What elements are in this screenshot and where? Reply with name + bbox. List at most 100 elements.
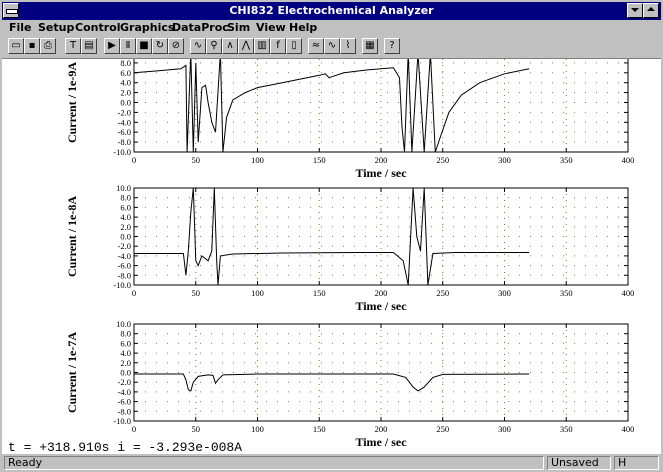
- status-bar: Ready Unsaved H: [0, 455, 663, 472]
- y-tick-label: 6.0: [120, 68, 131, 78]
- zoom-icon[interactable]: ⚲: [206, 38, 222, 54]
- x-tick-label: 150: [313, 424, 326, 434]
- help-pointer-icon[interactable]: ?: [384, 38, 400, 54]
- app-window: CHI832 Electrochemical Analyzer File Set…: [0, 0, 663, 472]
- pause-icon[interactable]: Ⅱ: [120, 38, 136, 54]
- y-tick-label: -6.0: [118, 261, 131, 271]
- y-tick-label: -10.0: [113, 147, 131, 157]
- y-tick-label: -10.0: [113, 416, 131, 426]
- y-tick-label: -6.0: [118, 397, 131, 407]
- y-tick-label: 4.0: [120, 212, 131, 222]
- y-tick-label: 0.0: [120, 98, 131, 108]
- x-tick-label: 100: [251, 424, 264, 434]
- y-axis-title: Current / 1e-8A: [65, 196, 79, 277]
- font-icon[interactable]: f: [270, 38, 286, 54]
- x-tick-label: 300: [498, 424, 511, 434]
- save-icon[interactable]: ▪: [24, 38, 40, 54]
- clipboard-icon[interactable]: ▯: [286, 38, 302, 54]
- y-tick-label: 6.0: [120, 338, 131, 348]
- color-icon[interactable]: ▥: [254, 38, 270, 54]
- y-tick-label: -6.0: [118, 127, 131, 137]
- plot-frame: [133, 52, 629, 153]
- x-tick-label: 0: [132, 288, 136, 298]
- x-axis-title: Time / sec: [355, 166, 407, 180]
- x-tick-label: 250: [436, 288, 449, 298]
- run-icon[interactable]: ▶: [104, 38, 120, 54]
- y-tick-label: 6.0: [120, 202, 131, 212]
- window-title: CHI832 Electrochemical Analyzer: [229, 4, 434, 17]
- minimize-icon[interactable]: [627, 3, 643, 18]
- x-tick-label: 300: [498, 155, 511, 165]
- rerun-icon[interactable]: ↻: [152, 38, 168, 54]
- x-axis-title: Time / sec: [355, 299, 407, 313]
- reverse-icon[interactable]: ⊘: [168, 38, 184, 54]
- x-tick-label: 200: [375, 424, 388, 434]
- title-bar[interactable]: CHI832 Electrochemical Analyzer: [2, 2, 661, 20]
- y-tick-label: -8.0: [118, 137, 131, 147]
- x-tick-label: 150: [313, 155, 326, 165]
- cursor-readout: t = +318.910s i = -3.293e-008A: [8, 440, 243, 455]
- y-tick-label: 8.0: [120, 59, 131, 68]
- y-tick-label: 10.0: [116, 319, 131, 329]
- x-tick-label: 200: [375, 155, 388, 165]
- menu-graphics[interactable]: Graphics: [120, 21, 174, 34]
- menu-help[interactable]: Help: [289, 21, 317, 34]
- wave-icon[interactable]: ∿: [324, 38, 340, 54]
- y-tick-label: 8.0: [120, 193, 131, 203]
- menu-control[interactable]: Control: [75, 21, 120, 34]
- data-series-line: [133, 52, 530, 153]
- x-tick-label: 200: [375, 288, 388, 298]
- x-tick-label: 50: [192, 424, 201, 434]
- text-icon[interactable]: T: [65, 38, 81, 54]
- x-tick-label: 400: [622, 155, 635, 165]
- menu-bar: File Setup Control Graphics DataProc Sim…: [2, 20, 661, 36]
- y-tick-label: -2.0: [118, 107, 131, 117]
- print-icon[interactable]: ⎙: [40, 38, 56, 54]
- peak-icon[interactable]: ∧: [222, 38, 238, 54]
- menu-dataproc[interactable]: DataProc: [172, 21, 229, 34]
- x-tick-label: 350: [560, 424, 573, 434]
- x-tick-label: 300: [498, 288, 511, 298]
- y-tick-label: 0.0: [120, 232, 131, 242]
- y-tick-label: -4.0: [118, 387, 131, 397]
- y-tick-label: -8.0: [118, 270, 131, 280]
- y-tick-label: -4.0: [118, 117, 131, 127]
- smooth-icon[interactable]: ≈: [308, 38, 324, 54]
- status-ready: Ready: [4, 456, 544, 470]
- maximize-icon[interactable]: [643, 3, 659, 18]
- stop-icon[interactable]: ■: [136, 38, 152, 54]
- x-tick-label: 250: [436, 155, 449, 165]
- plot-area: 10.08.06.04.02.00.0-2.0-4.0-6.0-8.0-10.0…: [2, 48, 661, 454]
- y-tick-label: 2.0: [120, 88, 131, 98]
- menu-file[interactable]: File: [9, 21, 32, 34]
- grid-icon[interactable]: ▦: [362, 38, 378, 54]
- open-icon[interactable]: ▭: [8, 38, 24, 54]
- x-tick-label: 250: [436, 424, 449, 434]
- sweep-icon[interactable]: ⋀: [238, 38, 254, 54]
- y-tick-label: -4.0: [118, 251, 131, 261]
- x-axis-title: Time / sec: [355, 435, 407, 449]
- y-tick-label: -2.0: [118, 377, 131, 387]
- x-tick-label: 50: [192, 155, 201, 165]
- layout-icon[interactable]: ▤: [81, 38, 97, 54]
- data-series-line: [134, 187, 530, 286]
- graph-icon[interactable]: ∿: [190, 38, 206, 54]
- x-tick-label: 150: [313, 288, 326, 298]
- menu-view[interactable]: View: [256, 21, 286, 34]
- y-tick-label: 10.0: [116, 183, 131, 193]
- x-tick-label: 350: [560, 155, 573, 165]
- data-series-line: [134, 373, 530, 392]
- menu-sim[interactable]: Sim: [227, 21, 250, 34]
- x-tick-label: 100: [251, 155, 264, 165]
- menu-setup[interactable]: Setup: [38, 21, 74, 34]
- x-tick-label: 400: [622, 288, 635, 298]
- y-axis-title: Current / 1e-9A: [65, 62, 79, 143]
- x-tick-label: 50: [192, 288, 201, 298]
- y-tick-label: 0.0: [120, 368, 131, 378]
- x-tick-label: 0: [132, 155, 136, 165]
- y-tick-label: -8.0: [118, 406, 131, 416]
- toolbar: ▭ ▪ ⎙ T ▤ ▶ Ⅱ ■ ↻ ⊘ ∿ ⚲ ∧ ⋀ ▥ f ▯ ≈ ∿ ⌇ ▦?: [2, 36, 661, 59]
- y-tick-label: 4.0: [120, 78, 131, 88]
- y-axis-title: Current / 1e-7A: [65, 332, 79, 413]
- overlay-icon[interactable]: ⌇: [340, 38, 356, 54]
